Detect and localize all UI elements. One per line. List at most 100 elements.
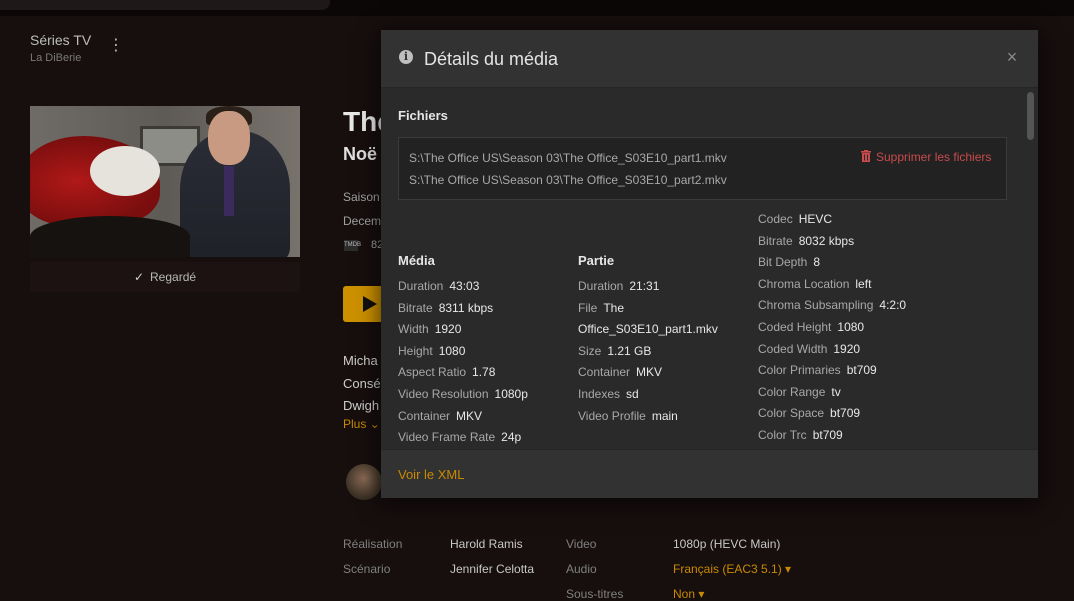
property-value: 1080	[438, 343, 466, 358]
property-key: Container	[398, 408, 451, 423]
property-key: Duration	[398, 279, 444, 293]
property-row: Video Frame Rate 24p	[398, 427, 578, 449]
property-value: 1920	[833, 341, 861, 356]
property-key: Container	[578, 365, 631, 380]
search-bar[interactable]	[0, 0, 330, 10]
part-heading: Partie	[578, 253, 615, 268]
property-value: MKV	[456, 408, 483, 423]
file-path: S:\The Office US\Season 03\The Office_S0…	[409, 151, 727, 165]
watched-status[interactable]: ✓ Regardé	[30, 262, 300, 292]
close-icon[interactable]: ×	[1004, 47, 1020, 67]
media-section: Média Duration 43:03 Bitrate 8311 kbps Width…	[398, 216, 578, 449]
property-value: sd	[626, 386, 639, 401]
cast-line: Dwigh	[343, 398, 380, 413]
property-key: Bitrate	[758, 233, 793, 248]
property-key: Size	[578, 343, 602, 358]
rating-badge-icon: TMDB	[344, 240, 361, 251]
audio-select[interactable]: Français (EAC3 5.1) ▾	[673, 562, 791, 576]
property-key: File	[578, 300, 598, 315]
info-icon: i	[399, 50, 413, 64]
file-path: S:\The Office US\Season 03\The Office_S0…	[409, 173, 727, 187]
credit-label-writing: Scénario	[343, 562, 391, 576]
checkmark-icon: ✓	[133, 270, 145, 284]
property-key: Video Resolution	[398, 386, 489, 401]
cast-line: Consé	[343, 376, 381, 391]
trash-icon	[861, 150, 871, 162]
cast-line: Micha	[343, 353, 378, 368]
avatar[interactable]	[346, 464, 382, 500]
property-value: bt709	[812, 427, 843, 442]
credit-label-directing: Réalisation	[343, 537, 403, 551]
property-row: Container MKV	[578, 362, 758, 384]
scrollbar-thumb[interactable]	[1027, 92, 1034, 140]
property-key: Codec	[758, 212, 793, 226]
property-key: Color Range	[758, 384, 826, 399]
view-xml-link[interactable]: Voir le XML	[398, 467, 464, 482]
more-options-icon[interactable]: ⋮	[108, 36, 124, 56]
property-key: Aspect Ratio	[398, 365, 467, 380]
property-key: Video Frame Rate	[398, 430, 496, 445]
property-row: Duration 21:31	[578, 276, 758, 298]
part-section: Partie Duration 21:31 File The Office_S03E1…	[578, 216, 758, 427]
property-value: 4:2:0	[879, 298, 907, 313]
property-value: HEVC	[798, 212, 833, 226]
property-value: 1920	[434, 322, 462, 337]
property-row: Color Range tv	[758, 382, 938, 404]
property-key: Width	[398, 322, 429, 337]
library-subtitle: La DiBerie	[30, 52, 82, 64]
property-value: left	[855, 276, 872, 291]
property-value: 1080	[837, 319, 865, 334]
property-row: Coded Width 1920	[758, 339, 938, 361]
property-row: Codec HEVC	[758, 209, 938, 231]
more-link[interactable]: Plus ⌄	[343, 417, 380, 431]
property-key: Bit Depth	[758, 255, 808, 270]
property-row: Height 1080	[398, 341, 578, 363]
media-details-dialog: i Détails du média × Fichiers S:\The Off…	[381, 30, 1038, 498]
property-value: MKV	[636, 365, 663, 380]
property-row: Bit Depth 8	[758, 252, 938, 274]
property-value: bt709	[830, 406, 861, 421]
dialog-title: Détails du média	[424, 49, 559, 69]
property-value: 43:03	[449, 279, 480, 293]
library-title[interactable]: Séries TV	[30, 32, 91, 48]
credit-value-video: 1080p (HEVC Main)	[673, 537, 781, 551]
property-row: Video Resolution 1080p	[398, 384, 578, 406]
play-button[interactable]	[343, 286, 385, 322]
subtitles-select[interactable]: Non ▾	[673, 587, 704, 601]
files-heading: Fichiers	[398, 108, 448, 123]
property-row: Indexes sd	[578, 384, 758, 406]
stream-properties: Codec HEVC Bitrate 8032 kbps Bit Depth 8 Chrom…	[758, 209, 938, 447]
property-key: Height	[398, 343, 433, 358]
property-row: Bitrate 8032 kbps	[758, 231, 938, 253]
credit-label-video: Video	[566, 537, 597, 551]
property-row: Chroma Subsampling 4:2:0	[758, 295, 938, 317]
property-key: Indexes	[578, 386, 621, 401]
chevron-down-icon: ⌄	[369, 417, 380, 431]
property-row: Coded Height 1080	[758, 317, 938, 339]
delete-files-label: Supprimer les fichiers	[876, 150, 992, 164]
property-key: Coded Width	[758, 341, 828, 356]
delete-files-button[interactable]: Supprimer les fichiers	[861, 150, 991, 164]
episode-thumbnail[interactable]	[30, 106, 300, 257]
property-value: main	[651, 408, 678, 423]
property-value: 8	[813, 255, 821, 270]
property-row: Color Primaries bt709	[758, 360, 938, 382]
property-row: Color Space bt709	[758, 403, 938, 425]
property-key: Color Space	[758, 406, 825, 421]
part-properties: Duration 21:31 File The Office_S03E10_part1…	[578, 276, 758, 427]
property-value: bt709	[846, 363, 877, 378]
credit-value-directing[interactable]: Harold Ramis	[450, 537, 523, 551]
property-key: Duration	[578, 279, 624, 293]
stream-section: Codec HEVC Bitrate 8032 kbps Bit Depth 8 Chrom…	[758, 212, 938, 447]
media-heading: Média	[398, 253, 435, 268]
more-link-label: Plus	[343, 417, 367, 431]
episode-title: Noë	[343, 144, 378, 164]
dialog-footer: Voir le XML	[381, 449, 1038, 498]
property-key: Video Profile	[578, 408, 646, 423]
property-value: 24p	[501, 430, 522, 445]
property-row: File The Office_S03E10_part1.mkv	[578, 298, 758, 341]
property-value: tv	[831, 384, 841, 399]
property-key: Bitrate	[398, 300, 433, 315]
credit-label-subtitles: Sous-titres	[566, 587, 624, 601]
credit-value-writing[interactable]: Jennifer Celotta	[450, 562, 534, 576]
